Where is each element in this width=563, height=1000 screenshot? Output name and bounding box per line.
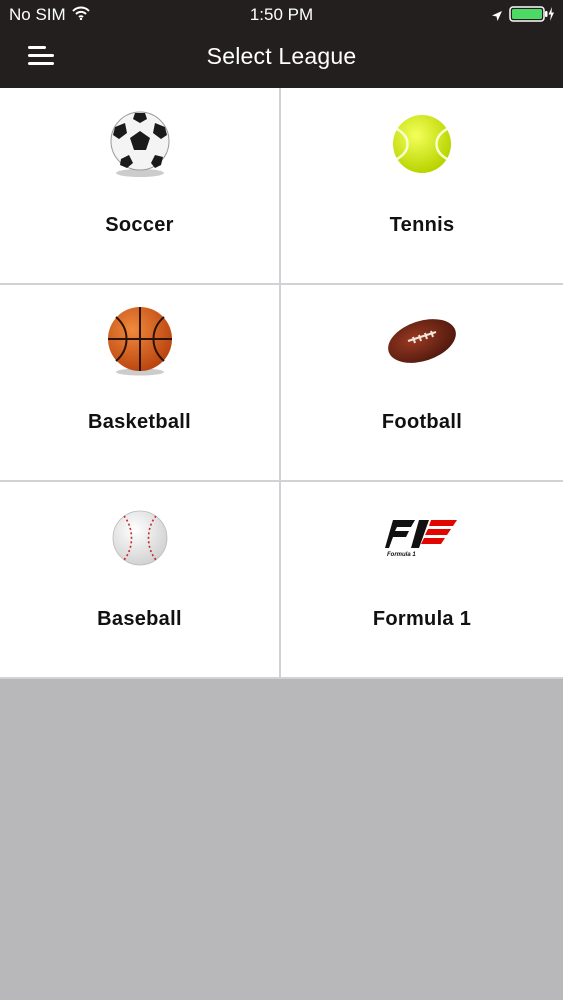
- basketball-icon: [0, 305, 279, 377]
- battery-charging-icon: [509, 6, 555, 27]
- league-cell-tennis[interactable]: Tennis: [281, 88, 563, 285]
- league-label: Football: [381, 411, 463, 433]
- league-label: Basketball: [87, 411, 192, 433]
- league-cell-football[interactable]: Football: [281, 285, 563, 482]
- league-cell-formula-1[interactable]: Formula 1 Formula 1: [281, 482, 563, 679]
- app-header: No SIM 1:50 PM Select League: [0, 0, 563, 88]
- league-label: Soccer: [105, 214, 174, 236]
- league-cell-basketball[interactable]: Basketball: [0, 285, 281, 482]
- league-label: Tennis: [389, 214, 455, 236]
- soccer-ball-icon: [0, 108, 279, 180]
- status-time: 1:50 PM: [249, 5, 314, 24]
- navigation-bar: Select League: [0, 30, 563, 88]
- baseball-icon: [0, 502, 279, 574]
- league-label: Formula 1: [372, 608, 472, 630]
- empty-area: [0, 679, 563, 1000]
- location-arrow-icon: [491, 7, 503, 27]
- status-bar: No SIM 1:50 PM: [0, 0, 563, 30]
- american-football-icon: [281, 305, 563, 377]
- status-right: [491, 6, 555, 27]
- page-title: Select League: [206, 43, 357, 69]
- league-grid: Soccer Tennis Basketball Football Baseba…: [0, 88, 563, 679]
- league-label: Baseball: [97, 608, 182, 630]
- formula-1-logo-icon: Formula 1: [281, 502, 563, 574]
- league-cell-baseball[interactable]: Baseball: [0, 482, 281, 679]
- league-cell-soccer[interactable]: Soccer: [0, 88, 281, 285]
- svg-text:Formula 1: Formula 1: [387, 552, 416, 558]
- tennis-ball-icon: [281, 108, 563, 180]
